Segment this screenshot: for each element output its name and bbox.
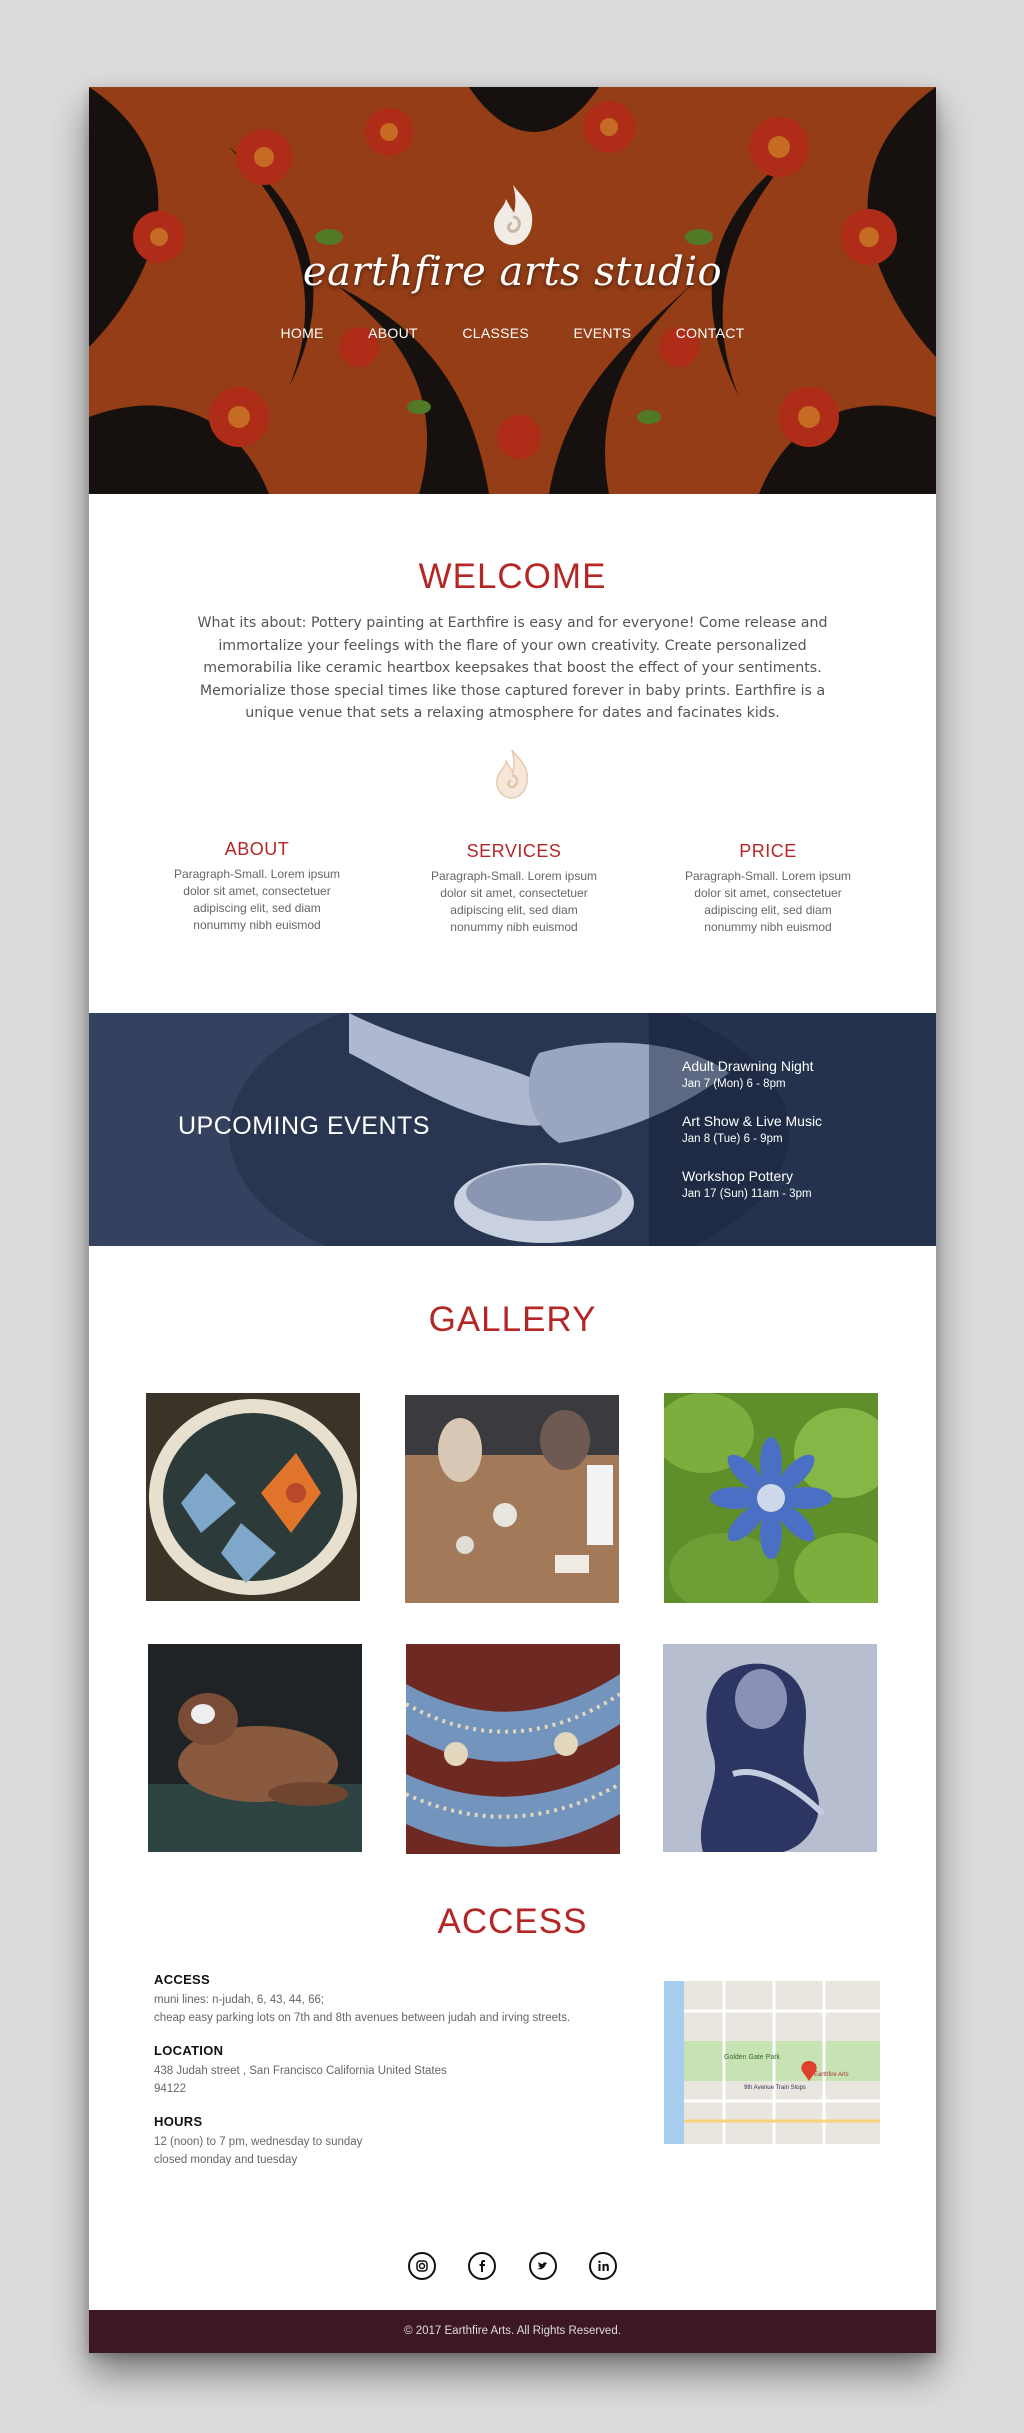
location-heading: LOCATION bbox=[154, 2043, 224, 2058]
access-title: ACCESS bbox=[437, 1902, 588, 1941]
event-name: Adult Drawning Night bbox=[682, 1058, 814, 1074]
linkedin-icon[interactable] bbox=[589, 2252, 618, 2280]
event-date: Jan 17 (Sun) 11am - 3pm bbox=[682, 1188, 812, 1200]
hero-banner: earthfire arts studio HOME ABOUT CLASSES… bbox=[89, 87, 936, 494]
location-map[interactable]: Golden Gate Park Earthfire Arts 9th Aven… bbox=[664, 1981, 880, 2144]
event-date: Jan 7 (Mon) 6 - 8pm bbox=[682, 1078, 786, 1090]
footer-copyright: © 2017 Earthfire Arts. All Rights Reserv… bbox=[89, 2310, 936, 2353]
services-text: Paragraph-Small. Lorem ipsum dolor sit a… bbox=[430, 869, 598, 934]
page-container: earthfire arts studio HOME ABOUT CLASSES… bbox=[89, 87, 936, 2353]
gallery-image-plate[interactable] bbox=[146, 1393, 360, 1601]
nav-contact[interactable]: CONTACT bbox=[676, 325, 745, 341]
social-links bbox=[89, 2252, 936, 2283]
event-item[interactable]: Workshop Pottery Jan 17 (Sun) 11am - 3pm bbox=[682, 1168, 812, 1200]
services-heading: SERVICES bbox=[466, 841, 562, 861]
price-text: Paragraph-Small. Lorem ipsum dolor sit a… bbox=[684, 869, 852, 934]
location-info-block: LOCATION 438 Judah street , San Francisc… bbox=[154, 2043, 447, 2098]
events-title: UPCOMING EVENTS bbox=[178, 1112, 430, 1140]
price-column: PRICE Paragraph-Small. Lorem ipsum dolor… bbox=[678, 841, 858, 936]
map-label: Earthfire Arts bbox=[814, 2072, 849, 2078]
nav-about[interactable]: ABOUT bbox=[368, 325, 418, 341]
hours-line: closed monday and tuesday bbox=[154, 2154, 298, 2166]
event-item[interactable]: Adult Drawning Night Jan 7 (Mon) 6 - 8pm bbox=[682, 1058, 814, 1090]
flame-logo-icon bbox=[494, 185, 533, 245]
gallery-image-dog[interactable] bbox=[148, 1644, 362, 1852]
nav-classes[interactable]: CLASSES bbox=[462, 325, 529, 341]
hours-line: 12 (noon) to 7 pm, wednesday to sunday bbox=[154, 2136, 363, 2148]
nav-home[interactable]: HOME bbox=[281, 325, 324, 341]
about-heading: ABOUT bbox=[224, 839, 290, 859]
event-name: Workshop Pottery bbox=[682, 1168, 794, 1184]
location-line: 94122 bbox=[154, 2083, 186, 2095]
gallery-image-blue-flower[interactable] bbox=[664, 1393, 878, 1603]
about-column: ABOUT Paragraph-Small. Lorem ipsum dolor… bbox=[167, 839, 347, 934]
flame-divider-icon bbox=[495, 749, 529, 799]
event-name: Art Show & Live Music bbox=[682, 1113, 823, 1129]
main-nav: HOME ABOUT CLASSES EVENTS CONTACT bbox=[89, 325, 936, 343]
twitter-icon[interactable] bbox=[528, 2252, 557, 2280]
gallery-image-tile[interactable] bbox=[406, 1644, 620, 1854]
services-column: SERVICES Paragraph-Small. Lorem ipsum do… bbox=[424, 841, 604, 936]
access-line: cheap easy parking lots on 7th and 8th a… bbox=[154, 2012, 571, 2024]
event-date: Jan 8 (Tue) 6 - 9pm bbox=[682, 1133, 783, 1145]
about-text: Paragraph-Small. Lorem ipsum dolor sit a… bbox=[173, 867, 341, 932]
facebook-icon[interactable] bbox=[468, 2252, 497, 2280]
access-heading: ACCESS bbox=[154, 1972, 210, 1987]
gallery-image-class[interactable] bbox=[405, 1395, 619, 1603]
location-line: 438 Judah street , San Francisco Califor… bbox=[154, 2065, 447, 2077]
welcome-text: What its about: Pottery painting at Eart… bbox=[197, 615, 828, 721]
map-label: 9th Avenue Train Stops bbox=[744, 2085, 806, 2091]
hours-heading: HOURS bbox=[154, 2114, 203, 2129]
access-line: muni lines: n-judah, 6, 43, 44, 66; bbox=[154, 1994, 325, 2006]
brand-title[interactable]: earthfire arts studio bbox=[89, 249, 936, 295]
hours-info-block: HOURS 12 (noon) to 7 pm, wednesday to su… bbox=[154, 2114, 362, 2169]
map-label: Golden Gate Park bbox=[724, 2054, 781, 2061]
nav-events[interactable]: EVENTS bbox=[573, 325, 631, 341]
instagram-icon[interactable] bbox=[407, 2252, 436, 2280]
price-heading: PRICE bbox=[739, 841, 797, 861]
event-item[interactable]: Art Show & Live Music Jan 8 (Tue) 6 - 9p… bbox=[682, 1113, 822, 1145]
access-info-block: ACCESS muni lines: n-judah, 6, 43, 44, 6… bbox=[154, 1972, 570, 2027]
welcome-title: WELCOME bbox=[418, 557, 607, 596]
gallery-image-sketch[interactable] bbox=[663, 1644, 877, 1852]
gallery-title: GALLERY bbox=[428, 1300, 597, 1339]
